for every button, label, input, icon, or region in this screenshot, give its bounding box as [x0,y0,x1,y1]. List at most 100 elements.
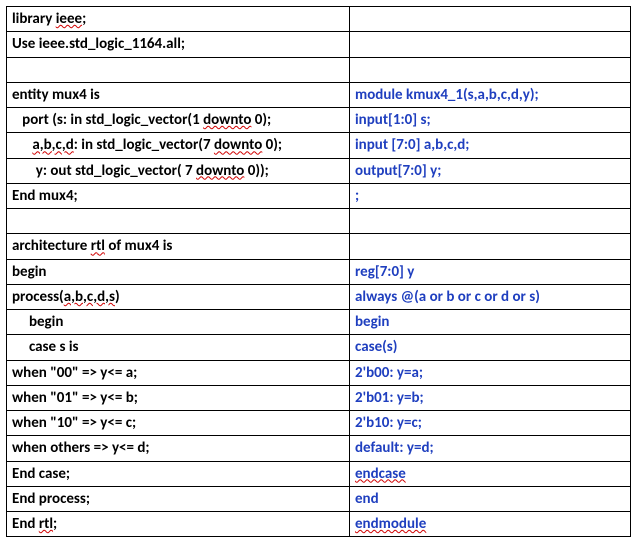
vhdl-text: when others => y<= d; [12,439,150,457]
vhdl-text: End mux4; [12,187,78,205]
verilog-cell: endcase [350,461,631,486]
verilog-cell: ; [350,183,631,208]
vhdl-cell: when "00" => y<= a; [7,360,350,385]
table-row: a,b,c,d: in std_logic_vector(7 downto 0)… [7,133,631,158]
table-row: End case; endcase [7,461,631,486]
verilog-text: output[7:0] y; [355,162,441,180]
vhdl-text [12,136,32,154]
verilog-text: reg[7:0] y [355,263,414,281]
verilog-cell: default: y=d; [350,436,631,461]
vhdl-text: case s is [12,338,79,356]
verilog-text [355,212,358,230]
verilog-text: case(s) [355,338,397,356]
verilog-text: module kmux4_1(s,a,b,c,d,y); [355,86,539,104]
vhdl-text [12,61,15,79]
vhdl-text: Use ieee.std_logic_1164.all; [12,35,185,53]
verilog-cell: module kmux4_1(s,a,b,c,d,y); [350,82,631,107]
vhdl-cell: End mux4; [7,183,350,208]
vhdl-text: library [12,10,56,28]
vhdl-cell: Use ieee.std_logic_1164.all; [7,32,350,57]
verilog-cell [350,7,631,32]
verilog-cell: input[1:0] s; [350,108,631,133]
vhdl-cell: when "01" => y<= b; [7,385,350,410]
vhdl-text: begin [12,263,46,281]
vhdl-text: 0)); [244,162,268,180]
vhdl-cell: begin [7,259,350,284]
vhdl-text: ; [53,515,57,533]
vhdl-text: when "00" => y<= a; [12,364,137,382]
verilog-cell: case(s) [350,335,631,360]
table-row: when "00" => y<= a; 2'b00: y=a; [7,360,631,385]
vhdl-text: when "10" => y<= c; [12,414,136,432]
verilog-cell: 2'b00: y=a; [350,360,631,385]
spellcheck-underline: ieee [56,10,82,28]
verilog-text: input [7:0] a,b,c,d; [355,136,469,154]
vhdl-cell: process(a,b,c,d,s) [7,284,350,309]
table-row [7,209,631,234]
spellcheck-underline: a,b,c,d [32,136,73,154]
vhdl-text: End process; [12,490,90,508]
verilog-cell: 2'b01: y=b; [350,385,631,410]
verilog-text: 2'b01: y=b; [355,389,424,407]
vhdl-text: entity mux4 is [12,86,100,104]
vhdl-cell: End process; [7,486,350,511]
table-row: End process; end [7,486,631,511]
vhdl-cell: End case; [7,461,350,486]
vhdl-text: port (s: in std_logic_vector(1 [12,111,203,129]
table-row [7,57,631,82]
vhdl-cell: case s is [7,335,350,360]
vhdl-cell: begin [7,310,350,335]
vhdl-text: process( [12,288,64,306]
verilog-text: always @(a or b or c or d or s) [355,288,540,306]
vhdl-text: End [12,515,39,533]
table-row: Use ieee.std_logic_1164.all; [7,32,631,57]
vhdl-text: of mux4 is [105,237,172,255]
verilog-cell: always @(a or b or c or d or s) [350,284,631,309]
table-row: when others => y<= d; default: y=d; [7,436,631,461]
table-row: when "10" => y<= c; 2'b10: y=c; [7,411,631,436]
table-row: begin reg[7:0] y [7,259,631,284]
verilog-text: begin [355,313,389,331]
spellcheck-underline: downto [214,136,262,154]
table-row: port (s: in std_logic_vector(1 downto 0)… [7,108,631,133]
vhdl-cell: architecture rtl of mux4 is [7,234,350,259]
vhdl-text [12,212,15,230]
vhdl-cell: y: out std_logic_vector( 7 downto 0)); [7,158,350,183]
verilog-text: ; [355,187,359,205]
verilog-cell: end [350,486,631,511]
verilog-text: default: y=d; [355,439,434,457]
spellcheck-underline: rtl [91,237,105,255]
verilog-cell: endmodule [350,512,631,537]
verilog-cell: reg[7:0] y [350,259,631,284]
verilog-cell [350,234,631,259]
table-row: architecture rtl of mux4 is [7,234,631,259]
verilog-text [355,61,358,79]
vhdl-text: architecture [12,237,91,255]
spellcheck-underline: rtl [39,515,53,533]
vhdl-text: y: out std_logic_vector( 7 [12,162,196,180]
verilog-text: 2'b10: y=c; [355,414,422,432]
verilog-cell: 2'b10: y=c; [350,411,631,436]
table-row: entity mux4 is module kmux4_1(s,a,b,c,d,y… [7,82,631,107]
vhdl-text: ) [115,288,120,306]
table-row: begin begin [7,310,631,335]
vhdl-cell: a,b,c,d: in std_logic_vector(7 downto 0)… [7,133,350,158]
vhdl-text: when "01" => y<= b; [12,389,138,407]
vhdl-cell [7,57,350,82]
verilog-cell: output[7:0] y; [350,158,631,183]
vhdl-cell: when others => y<= d; [7,436,350,461]
vhdl-cell: End rtl; [7,512,350,537]
spellcheck-underline: endcase [355,465,406,483]
vhdl-text: : in std_logic_vector(7 [74,136,214,154]
vhdl-text: ; [82,10,86,28]
verilog-text: input[1:0] s; [355,111,431,129]
spellcheck-underline: downto [203,111,251,129]
vhdl-cell: when "10" => y<= c; [7,411,350,436]
table-row: library ieee; [7,7,631,32]
vhdl-text: 0); [251,111,271,129]
verilog-cell [350,209,631,234]
table-row: case s is case(s) [7,335,631,360]
verilog-text: 2'b00: y=a; [355,364,423,382]
verilog-cell [350,32,631,57]
table-row: End mux4;; [7,183,631,208]
